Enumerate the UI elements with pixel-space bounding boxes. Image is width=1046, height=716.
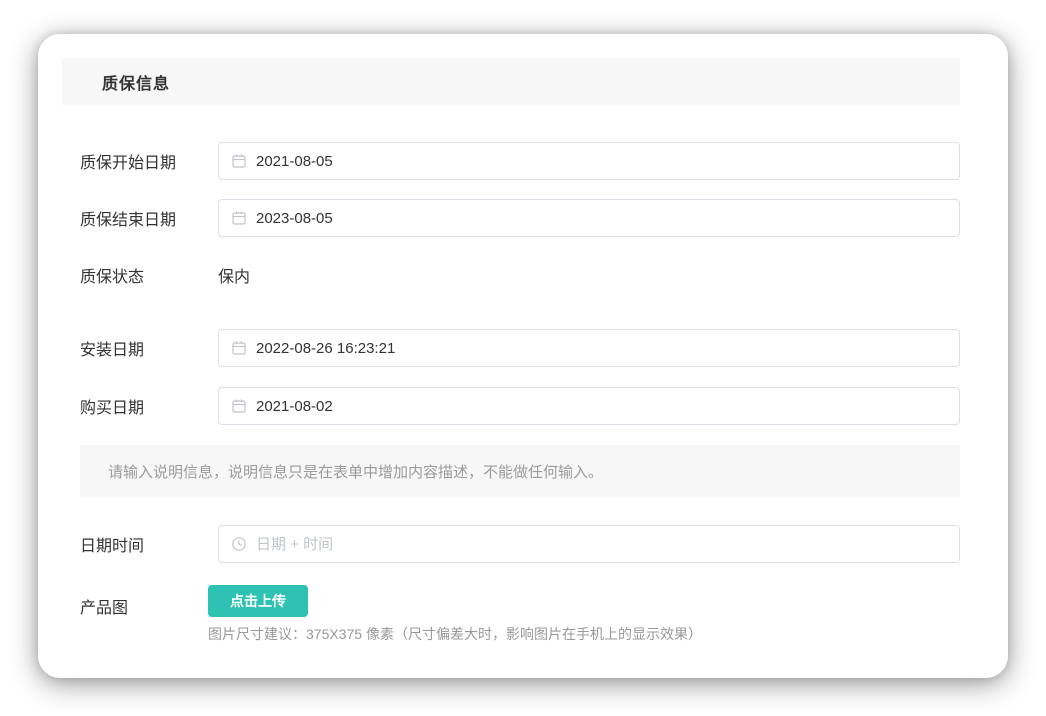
- warranty-end-field[interactable]: [256, 210, 947, 227]
- warranty-status-label: 质保状态: [80, 263, 218, 287]
- product-image-label: 产品图: [80, 594, 128, 618]
- install-date-label: 安装日期: [80, 336, 218, 360]
- form-row-purchase-date: 购买日期: [80, 387, 960, 425]
- datetime-input[interactable]: [218, 525, 960, 563]
- warranty-end-input[interactable]: [218, 199, 960, 237]
- install-date-field[interactable]: [256, 340, 947, 357]
- upload-hint: 图片尺寸建议：375X375 像素（尺寸偏差大时，影响图片在手机上的显示效果）: [208, 624, 702, 644]
- form-row-install-date: 安装日期: [80, 329, 960, 367]
- warranty-start-field[interactable]: [256, 153, 947, 170]
- install-date-input[interactable]: [218, 329, 960, 367]
- page: 质保信息 质保开始日期 质保结束日期: [0, 0, 1046, 716]
- datetime-label: 日期时间: [80, 532, 218, 556]
- calendar-icon: [231, 210, 247, 226]
- purchase-date-input[interactable]: [218, 387, 960, 425]
- form-row-warranty-status: 质保状态 保内: [80, 256, 960, 294]
- calendar-icon: [231, 153, 247, 169]
- section-header: 质保信息: [62, 58, 960, 105]
- purchase-date-label: 购买日期: [80, 394, 218, 418]
- form-row-datetime: 日期时间: [80, 525, 960, 563]
- clock-icon: [231, 536, 247, 552]
- calendar-icon: [231, 398, 247, 414]
- purchase-date-field[interactable]: [256, 398, 947, 415]
- form-row-warranty-end: 质保结束日期: [80, 199, 960, 237]
- note-text: 请输入说明信息，说明信息只是在表单中增加内容描述，不能做任何输入。: [108, 461, 603, 482]
- warranty-form-card: 质保信息 质保开始日期 质保结束日期: [38, 34, 1008, 678]
- warranty-end-label: 质保结束日期: [80, 206, 218, 230]
- warranty-start-input[interactable]: [218, 142, 960, 180]
- warranty-start-label: 质保开始日期: [80, 149, 218, 173]
- warranty-status-value: 保内: [218, 263, 250, 287]
- form-row-warranty-start: 质保开始日期: [80, 142, 960, 180]
- calendar-icon: [231, 340, 247, 356]
- upload-button[interactable]: 点击上传: [208, 585, 308, 617]
- note-banner: 请输入说明信息，说明信息只是在表单中增加内容描述，不能做任何输入。: [80, 445, 960, 497]
- datetime-field[interactable]: [256, 536, 947, 553]
- section-title: 质保信息: [102, 70, 170, 94]
